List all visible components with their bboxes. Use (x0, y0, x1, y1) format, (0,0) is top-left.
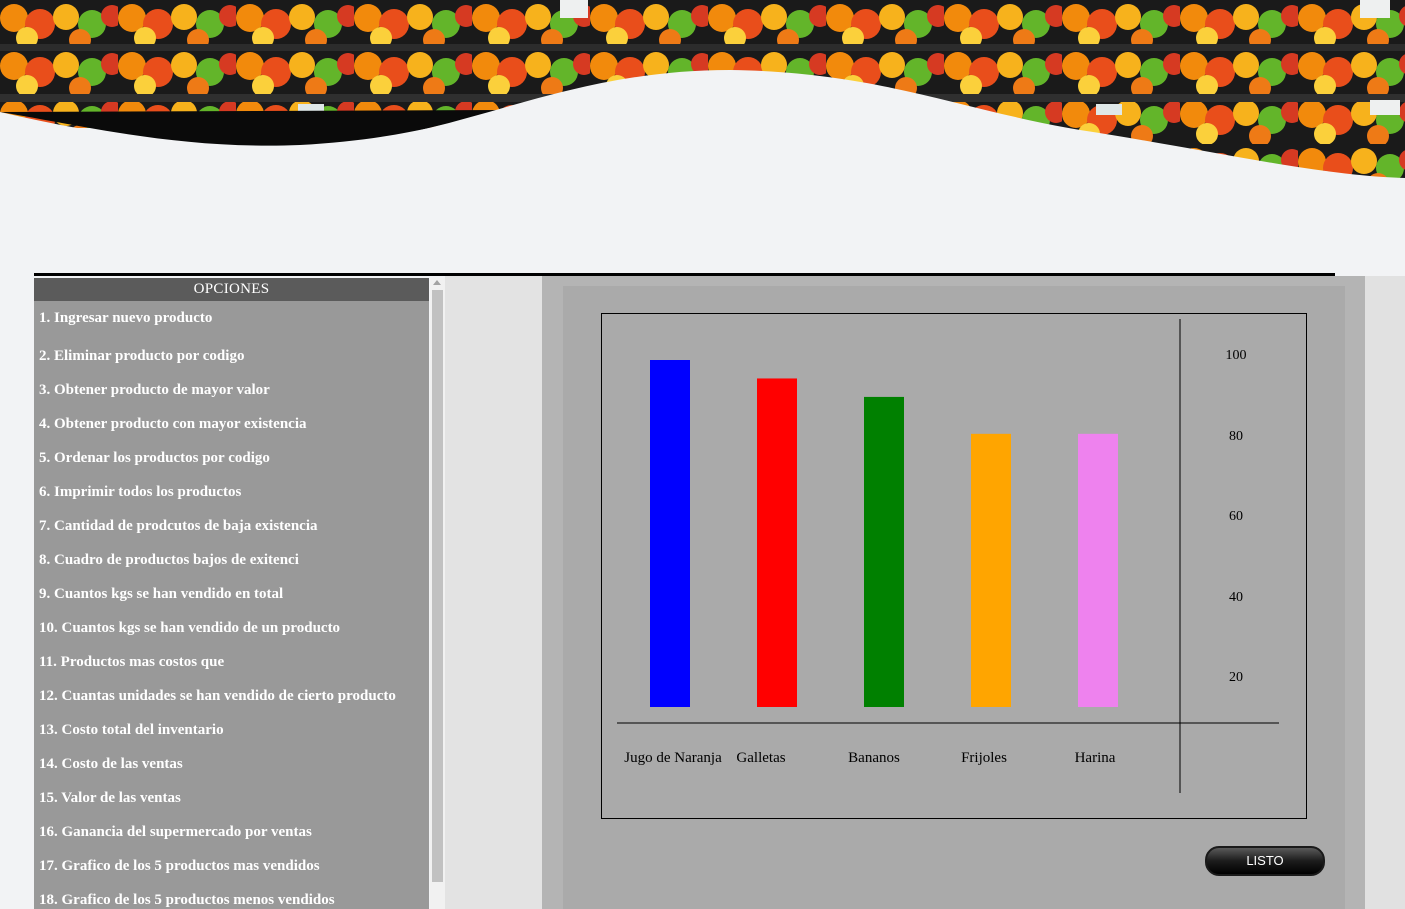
sidebar-title: OPCIONES (34, 278, 429, 301)
sidebar-scrollbar[interactable] (430, 278, 445, 909)
scroll-up-arrow-icon[interactable] (433, 280, 441, 285)
y-tick-label-60: 60 (1229, 509, 1243, 524)
listo-button[interactable]: LISTO (1205, 846, 1325, 876)
menu-item-17[interactable]: 17. Grafico de los 5 productos mas vendi… (34, 849, 429, 883)
content-gutter (445, 276, 542, 909)
menu-item-12[interactable]: 12. Cuantas unidades se han vendido de c… (34, 679, 429, 713)
y-tick-label-100: 100 (1226, 348, 1247, 363)
x-tick-label-4: Frijoles (961, 750, 1007, 766)
menu-item-11[interactable]: 11. Productos mas costos que (34, 645, 429, 679)
x-tick-label-3: Bananos (848, 750, 900, 766)
menu-item-18[interactable]: 18. Grafico de los 5 productos menos ven… (34, 883, 429, 909)
bar-chart: 20 40 60 80 100 Jugo de Naranja Galletas Banano… (601, 313, 1307, 819)
x-tick-label-2: Galletas (736, 750, 785, 766)
bar-jugo-de-naranja (650, 360, 690, 707)
bar-chart-canvas: 20 40 60 80 100 Jugo de Naranja Galletas Banano… (617, 319, 1279, 793)
menu-item-7[interactable]: 7. Cantidad de prodcutos de baja existen… (34, 509, 429, 543)
right-gutter (1365, 276, 1405, 909)
bar-galletas (757, 378, 797, 707)
x-tick-label-1: Jugo de Naranja (624, 750, 722, 766)
menu-item-1[interactable]: 1. Ingresar nuevo producto (34, 305, 429, 339)
menu-item-9[interactable]: 9. Cuantos kgs se han vendido en total (34, 577, 429, 611)
menu-item-6[interactable]: 6. Imprimir todos los productos (34, 475, 429, 509)
menu-item-5[interactable]: 5. Ordenar los productos por codigo (34, 441, 429, 475)
menu-item-4[interactable]: 4. Obtener producto con mayor existencia (34, 407, 429, 441)
bar-harina (1078, 433, 1118, 707)
options-menu: 1. Ingresar nuevo producto 2. Eliminar pr… (34, 305, 429, 909)
menu-item-2[interactable]: 2. Eliminar producto por codigo (34, 339, 429, 373)
menu-item-10[interactable]: 10. Cuantos kgs se han vendido de un pro… (34, 611, 429, 645)
y-tick-label-20: 20 (1229, 670, 1243, 685)
banner-image (0, 0, 1405, 200)
y-tick-label-40: 40 (1229, 590, 1243, 605)
x-tick-label-5: Harina (1075, 750, 1116, 766)
menu-item-3[interactable]: 3. Obtener producto de mayor valor (34, 373, 429, 407)
menu-item-14[interactable]: 14. Costo de las ventas (34, 747, 429, 781)
options-sidebar: OPCIONES 1. Ingresar nuevo producto 2. El… (34, 278, 429, 909)
bar-frijoles (971, 433, 1011, 707)
scrollbar-thumb[interactable] (432, 290, 443, 882)
menu-item-8[interactable]: 8. Cuadro de productos bajos de exitenci (34, 543, 429, 577)
menu-item-15[interactable]: 15. Valor de las ventas (34, 781, 429, 815)
y-tick-label-80: 80 (1229, 429, 1243, 444)
menu-item-13[interactable]: 13. Costo total del inventario (34, 713, 429, 747)
menu-item-16[interactable]: 16. Ganancia del supermercado por ventas (34, 815, 429, 849)
bar-bananos (864, 396, 904, 707)
